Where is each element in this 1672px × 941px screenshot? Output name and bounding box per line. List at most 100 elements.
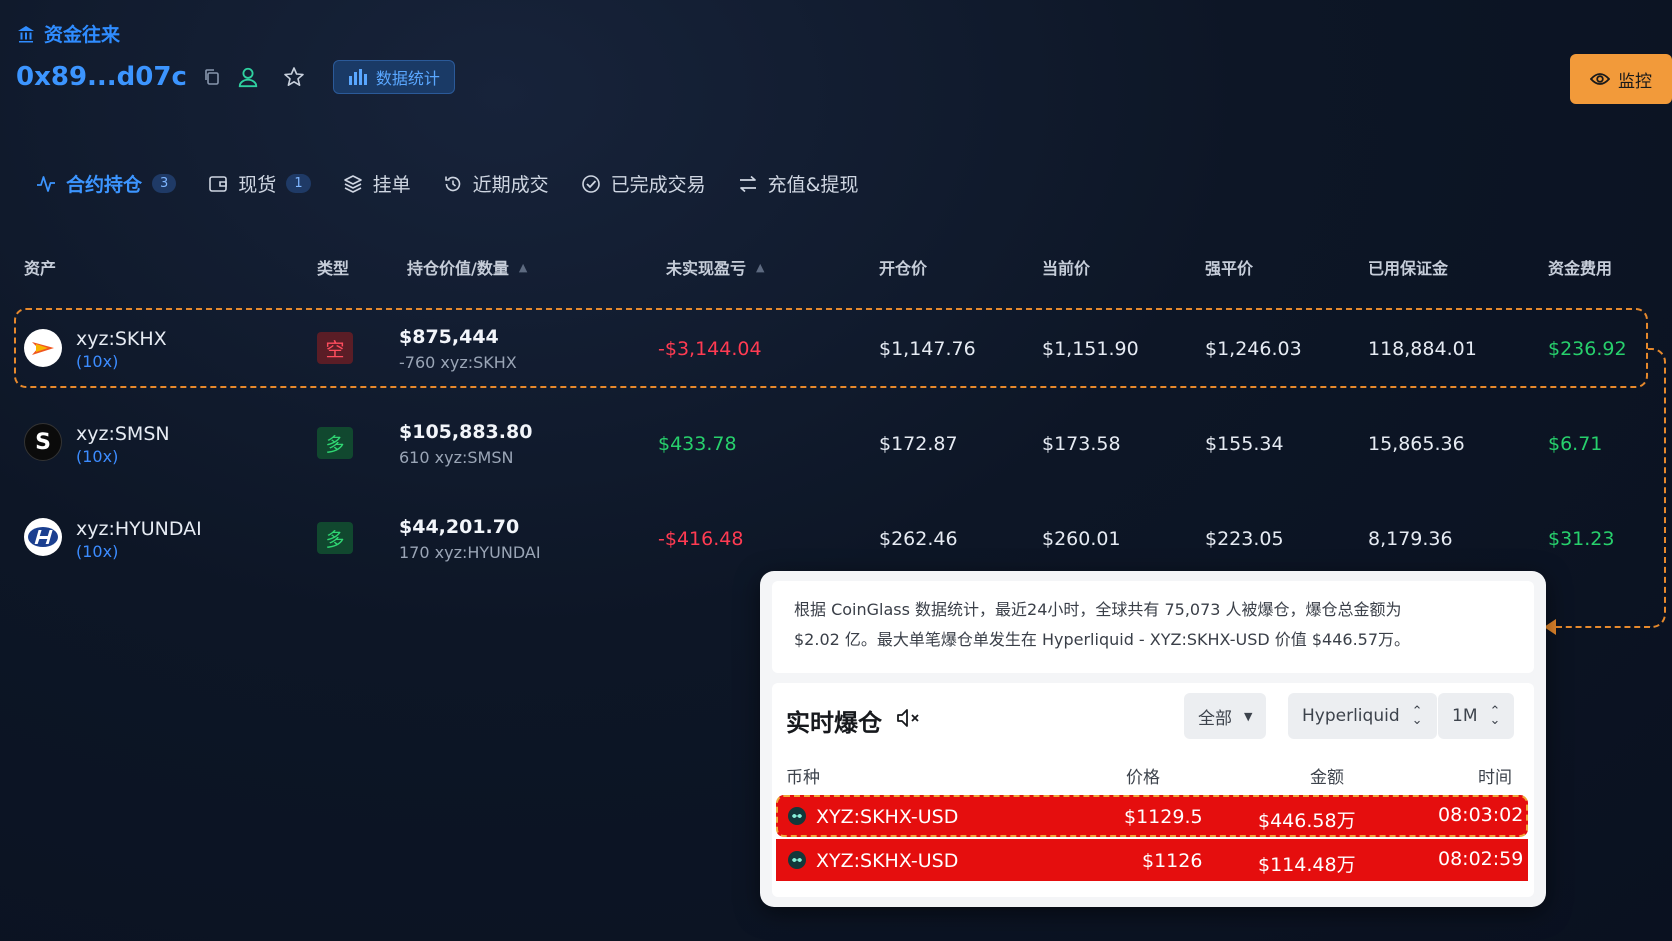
- position-quantity: 170 xyz:HYUNDAI: [399, 543, 541, 562]
- copy-icon[interactable]: [201, 66, 223, 88]
- current-price: $173.58: [1042, 433, 1121, 455]
- transfer-icon: [739, 175, 756, 192]
- funding-fee: $31.23: [1548, 528, 1615, 550]
- table-row[interactable]: xyz:HYUNDAI (10x) 多 $44,201.70 170 xyz:H…: [0, 498, 1672, 578]
- liquidation-row[interactable]: XYZ:SKHX-USD $1129.5 $446.58万 08:03:02: [776, 795, 1528, 837]
- tab-open-orders[interactable]: 挂单: [343, 170, 411, 197]
- liquidation-symbol: XYZ:SKHX-USD: [816, 806, 959, 828]
- column-header-position-value[interactable]: 持仓价值/数量 ▲: [407, 255, 527, 279]
- column-header-asset: 资产: [24, 259, 57, 278]
- column-header-used-margin: 已用保证金: [1368, 259, 1449, 278]
- eye-icon: [1590, 73, 1610, 85]
- liquidation-row[interactable]: XYZ:SKHX-USD $1126 $114.48万 08:02:59: [776, 839, 1528, 881]
- asset-name: xyz:HYUNDAI: [76, 518, 202, 540]
- unrealized-pnl: -$3,144.04: [658, 338, 762, 360]
- liquidation-time: 08:03:02: [1438, 804, 1524, 826]
- column-header-liquidation-price: 强平价: [1205, 259, 1254, 278]
- asset-name: xyz:SKHX: [76, 328, 167, 350]
- column-header-type: 类型: [317, 259, 350, 278]
- star-icon[interactable]: [283, 66, 305, 88]
- data-stats-button[interactable]: 数据统计: [332, 60, 455, 94]
- column-header-entry-price: 开仓价: [879, 259, 928, 278]
- hyperliquid-logo-icon: [788, 851, 806, 869]
- leverage-label: (10x): [76, 542, 119, 561]
- realtime-liquidation-title: 实时爆仓: [786, 703, 922, 738]
- position-type-badge: 多: [317, 427, 353, 459]
- tab-recent-trades[interactable]: 近期成交: [443, 170, 549, 197]
- activity-icon: [37, 175, 55, 192]
- liquidation-summary: 根据 CoinGlass 数据统计，最近24小时，全球共有 75,073 人被爆…: [772, 581, 1534, 673]
- liquidation-price: $1129.5: [1124, 806, 1203, 828]
- column-header-unrealized-pnl[interactable]: 未实现盈亏 ▲: [666, 255, 764, 279]
- wallet-icon: [209, 175, 228, 192]
- entry-price: $262.46: [879, 528, 958, 550]
- unrealized-pnl: -$416.48: [658, 528, 744, 550]
- column-header-amount: 金额: [1310, 768, 1344, 788]
- column-header-funding-fee: 资金费用: [1548, 259, 1613, 278]
- chevron-updown-icon: ⌃ ⌄: [1411, 704, 1423, 728]
- bar-chart-icon: [348, 69, 367, 85]
- tab-count-badge: 1: [286, 174, 311, 193]
- sort-icon[interactable]: ▲: [519, 261, 527, 274]
- position-value: $44,201.70: [399, 516, 520, 538]
- liquidation-price: $223.05: [1205, 528, 1284, 550]
- caret-down-icon: ▼: [1244, 709, 1253, 723]
- table-row[interactable]: S xyz:SMSN (10x) 多 $105,883.80 610 xyz:S…: [0, 403, 1672, 483]
- user-icon[interactable]: [237, 66, 259, 88]
- smsn-logo-icon: S: [24, 423, 62, 461]
- used-margin: 8,179.36: [1368, 528, 1453, 550]
- layers-icon: [343, 174, 362, 193]
- chevron-updown-icon: ⌃ ⌄: [1489, 704, 1501, 728]
- tab-completed-trades[interactable]: 已完成交易: [581, 170, 706, 197]
- liquidation-popup: 根据 CoinGlass 数据统计，最近24小时，全球共有 75,073 人被爆…: [760, 571, 1546, 907]
- tab-spot[interactable]: 现货 1: [208, 170, 311, 197]
- liquidation-symbol: XYZ:SKHX-USD: [816, 850, 959, 872]
- liquidation-amount: $446.58万: [1258, 810, 1356, 832]
- position-quantity: 610 xyz:SMSN: [399, 448, 514, 467]
- address-row: 0x89...d07c 数据统计: [16, 60, 455, 94]
- realtime-liquidation-card: 实时爆仓 全部 ▼ Hyperliquid ⌃ ⌄ 1M ⌃ ⌄ 币种 价格 金额 …: [772, 683, 1534, 897]
- asset-name: xyz:SMSN: [76, 423, 170, 445]
- column-header-time: 时间: [1478, 768, 1512, 788]
- column-header-price: 价格: [1126, 768, 1160, 788]
- history-icon: [444, 176, 460, 191]
- monitor-button[interactable]: 监控: [1570, 54, 1672, 104]
- sort-icon[interactable]: ▲: [756, 261, 764, 274]
- section-title: 资金往来: [16, 20, 120, 47]
- mute-icon[interactable]: [896, 707, 922, 735]
- hyundai-logo-icon: [24, 518, 62, 556]
- used-margin: 15,865.36: [1368, 433, 1465, 455]
- current-price: $260.01: [1042, 528, 1121, 550]
- column-header-current-price: 当前价: [1042, 259, 1091, 278]
- used-margin: 118,884.01: [1368, 338, 1477, 360]
- check-circle-icon: [581, 174, 600, 193]
- position-type-badge: 多: [317, 522, 353, 554]
- bank-icon: [18, 25, 34, 42]
- tab-bar: 合约持仓 3 现货 1 挂单 近期成交 已完成交易 充值&提现: [36, 170, 858, 197]
- tab-count-badge: 3: [152, 174, 177, 193]
- liquidation-time: 08:02:59: [1438, 848, 1524, 870]
- table-row[interactable]: xyz:SKHX (10x) 空 $875,444 -760 xyz:SKHX …: [0, 308, 1672, 388]
- filter-all-dropdown[interactable]: 全部 ▼: [1184, 693, 1267, 739]
- tab-deposit-withdraw[interactable]: 充值&提现: [738, 170, 858, 197]
- exchange-select[interactable]: Hyperliquid ⌃ ⌄: [1288, 693, 1437, 739]
- entry-price: $172.87: [879, 433, 958, 455]
- liquidation-price: $1,246.03: [1205, 338, 1302, 360]
- hyperliquid-logo-icon: [788, 807, 806, 825]
- leverage-label: (10x): [76, 447, 119, 466]
- column-header-symbol: 币种: [786, 768, 820, 788]
- position-value: $105,883.80: [399, 421, 533, 443]
- tab-futures-positions[interactable]: 合约持仓 3: [36, 170, 177, 197]
- unrealized-pnl: $433.78: [658, 433, 737, 455]
- period-select[interactable]: 1M ⌃ ⌄: [1438, 693, 1515, 739]
- skhx-logo-icon: [24, 329, 62, 367]
- callout-arrow-line: [1556, 626, 1650, 628]
- position-quantity: -760 xyz:SKHX: [399, 353, 517, 372]
- funding-fee: $236.92: [1548, 338, 1627, 360]
- position-value: $875,444: [399, 326, 499, 348]
- position-type-badge: 空: [317, 332, 353, 364]
- funding-fee: $6.71: [1548, 433, 1603, 455]
- entry-price: $1,147.76: [879, 338, 976, 360]
- liquidation-amount: $114.48万: [1258, 854, 1356, 876]
- liquidation-price: $155.34: [1205, 433, 1284, 455]
